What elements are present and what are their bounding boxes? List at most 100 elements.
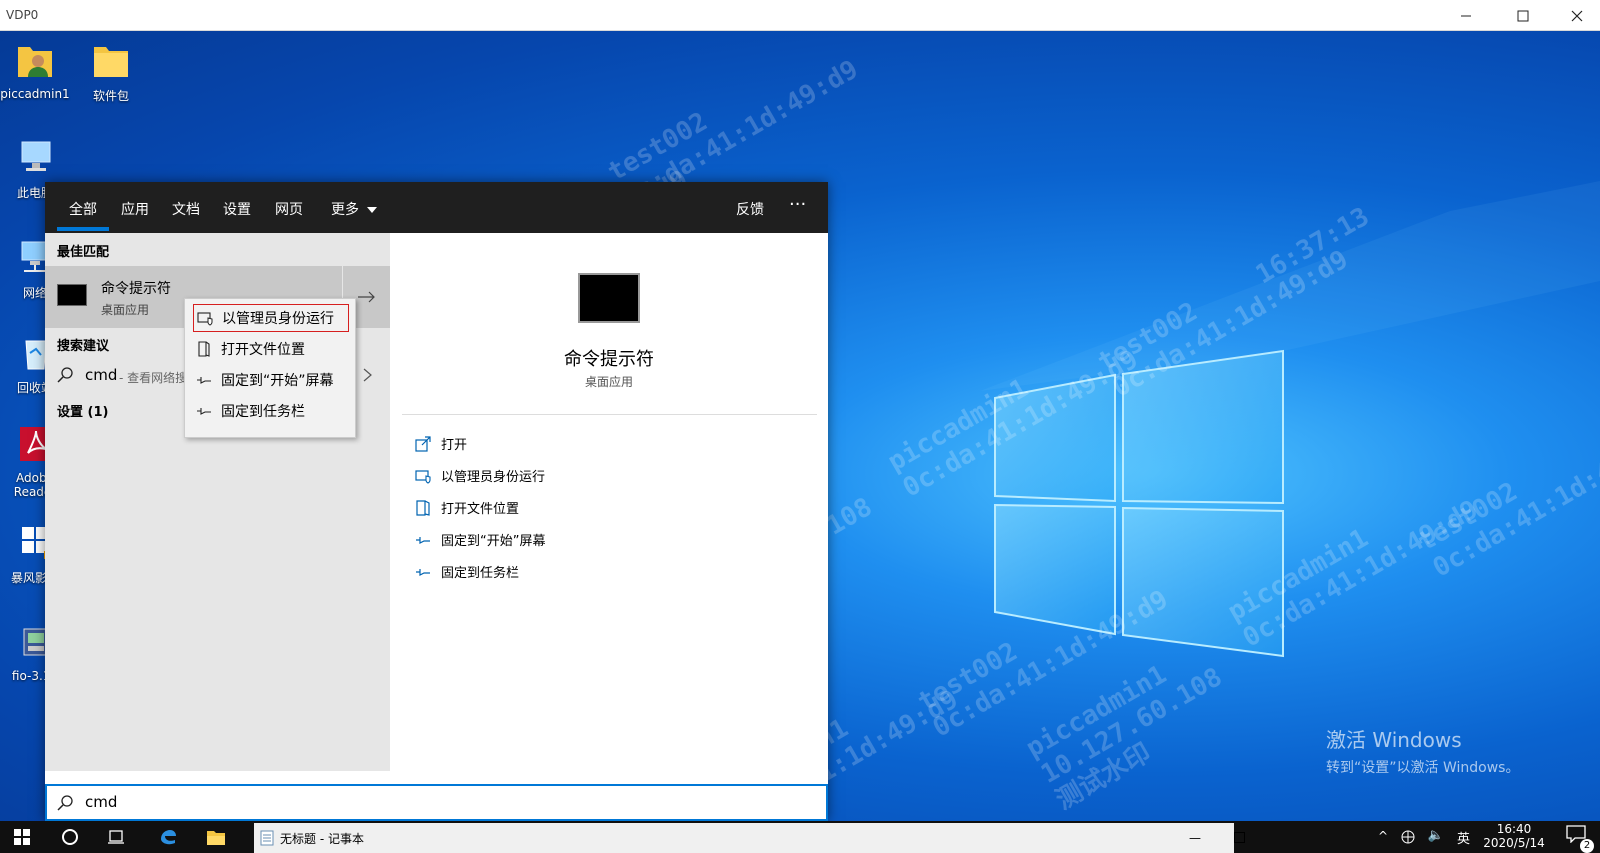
best-match-subtitle: 桌面应用 [101, 303, 150, 317]
search-tabs-bar: 全部 应用 文档 设置 网页 更多 反馈 ··· [45, 182, 828, 233]
desktop-icon-label: 软件包 [92, 89, 129, 103]
file-explorer-icon [207, 831, 225, 845]
chevron-up-icon[interactable]: ^ [1378, 829, 1388, 843]
tab-more[interactable]: 更多 [331, 199, 378, 219]
search-panel: 全部 应用 文档 设置 网页 更多 反馈 ··· 最佳匹配 命令提示符 桌面应用… [45, 182, 828, 821]
action-label: 固定到“开始”屏幕 [441, 534, 546, 549]
menu-item-pin-to-taskbar[interactable]: 固定到任务栏 [193, 397, 349, 425]
search-icon [57, 795, 73, 811]
clock-time: 16:40 [1496, 822, 1532, 836]
user-folder-icon [18, 47, 52, 77]
settings-group-label[interactable]: 设置 (1) [57, 401, 108, 420]
desktop-icon-piccadmin1[interactable]: piccadmin1 [0, 39, 70, 101]
action-pin-to-taskbar[interactable]: 固定到任务栏 [415, 562, 519, 581]
action-run-as-admin[interactable]: 以管理员身份运行 [415, 466, 545, 485]
edge-icon [161, 830, 176, 845]
maximize-button[interactable] [1500, 0, 1546, 31]
activation-subtitle: 转到“设置”以激活 Windows。 [1326, 760, 1520, 776]
suggestion-query: cmd [85, 366, 118, 384]
file-location-icon [198, 341, 210, 357]
menu-item-label: 以管理员身份运行 [222, 311, 334, 327]
menu-item-open-file-location[interactable]: 打开文件位置 [193, 335, 349, 363]
details-subtitle: 桌面应用 [584, 375, 633, 389]
notification-count-badge: 2 [1580, 839, 1594, 853]
network-status-icon[interactable] [1400, 829, 1416, 845]
activation-notice: 激活 Windows 转到“设置”以激活 Windows。 [1326, 724, 1519, 777]
task-view-icon [108, 830, 124, 844]
minimize-button[interactable] [1443, 0, 1489, 31]
command-prompt-icon [57, 284, 87, 306]
ellipsis-icon[interactable]: ··· [789, 194, 806, 215]
details-title: 命令提示符 [564, 349, 654, 370]
taskbar: 无标题 - 记事本 — ^ 🔈 英 16:40 2020/5/14 2 [0, 821, 1600, 853]
file-location-icon [416, 499, 430, 516]
context-menu: 以管理员身份运行 打开文件位置 固定到“开始”屏幕 固定到任务栏 [184, 298, 356, 438]
maximize-icon [1517, 10, 1529, 21]
details-divider [402, 414, 817, 415]
arrow-right-icon [357, 291, 375, 303]
cortana-circle-icon [62, 829, 78, 845]
activation-title: 激活 Windows [1326, 728, 1462, 752]
start-button[interactable] [0, 821, 44, 853]
pin-icon [416, 568, 430, 576]
notepad-icon [260, 830, 274, 846]
menu-item-label: 固定到任务栏 [221, 404, 305, 420]
ime-indicator[interactable]: 英 [1457, 828, 1470, 847]
menu-item-label: 打开文件位置 [221, 342, 305, 358]
command-prompt-large-icon [578, 273, 640, 323]
open-icon [415, 435, 431, 452]
chevron-right-icon [363, 368, 372, 382]
shield-icon [415, 469, 431, 484]
tab-all[interactable]: 全部 [57, 199, 109, 231]
taskbar-notepad-window[interactable]: 无标题 - 记事本 — [254, 823, 1245, 853]
notepad-maximize-icon[interactable] [1234, 832, 1245, 843]
host-titlebar: VDP0 [0, 0, 1600, 31]
windows-start-icon [14, 829, 30, 845]
close-icon [1571, 10, 1583, 21]
pin-icon [197, 377, 211, 384]
close-button[interactable] [1554, 0, 1600, 31]
menu-item-label: 固定到“开始”屏幕 [221, 373, 334, 389]
action-open-file-location[interactable]: 打开文件位置 [415, 498, 519, 517]
host-window-title: VDP0 [6, 8, 39, 22]
tab-apps[interactable]: 应用 [121, 199, 149, 219]
volume-icon[interactable]: 🔈 [1428, 828, 1444, 843]
menu-item-pin-to-start[interactable]: 固定到“开始”屏幕 [193, 366, 349, 394]
action-label: 打开 [441, 438, 468, 453]
chevron-down-icon [367, 207, 378, 213]
edge-button[interactable] [148, 821, 188, 853]
action-open[interactable]: 打开 [415, 434, 467, 453]
minimize-icon [1461, 15, 1471, 16]
action-label: 固定到任务栏 [441, 566, 520, 581]
desktop-icon-software[interactable]: 软件包 [76, 39, 146, 104]
search-box[interactable]: cmd [45, 784, 828, 821]
computer-icon [21, 141, 51, 171]
task-view-button[interactable] [96, 821, 136, 853]
file-explorer-button[interactable] [196, 821, 236, 853]
tab-settings[interactable]: 设置 [223, 199, 251, 219]
shield-icon [197, 312, 213, 326]
search-input[interactable]: cmd [85, 793, 117, 811]
details-pane: 命令提示符 桌面应用 打开 以管理员身份运行 打开文件位置 固定到“开始”屏幕 … [390, 233, 828, 771]
action-label: 以管理员身份运行 [441, 470, 546, 485]
cortana-button[interactable] [50, 821, 90, 853]
action-label: 打开文件位置 [441, 502, 520, 517]
notepad-minimize-icon[interactable]: — [1189, 831, 1201, 845]
suggestions-label: 搜索建议 [57, 339, 110, 354]
tab-web[interactable]: 网页 [275, 199, 303, 219]
search-icon [57, 367, 73, 383]
clock-date: 2020/5/14 [1483, 836, 1545, 850]
tab-documents[interactable]: 文档 [172, 199, 200, 219]
tab-more-label: 更多 [331, 202, 359, 218]
feedback-button[interactable]: 反馈 [736, 199, 764, 219]
best-match-title: 命令提示符 [101, 281, 171, 297]
folder-icon [94, 47, 128, 77]
clock[interactable]: 16:40 2020/5/14 [1478, 822, 1550, 850]
notepad-title: 无标题 - 记事本 [280, 831, 364, 846]
pin-icon [197, 408, 211, 415]
desktop-icon-label: piccadmin1 [0, 87, 70, 101]
action-pin-to-start[interactable]: 固定到“开始”屏幕 [415, 530, 545, 549]
menu-item-run-as-admin[interactable]: 以管理员身份运行 [193, 304, 349, 332]
action-center-button[interactable]: 2 [1566, 825, 1594, 853]
best-match-label: 最佳匹配 [57, 245, 110, 260]
